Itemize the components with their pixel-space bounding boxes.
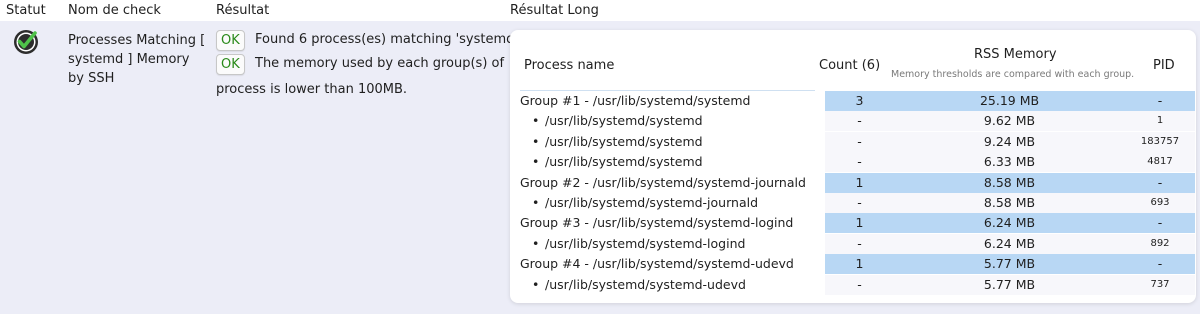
- col-statut[interactable]: Statut: [6, 3, 46, 18]
- process-count: -: [857, 195, 862, 210]
- process-pid: -: [1157, 174, 1163, 190]
- process-pid: 4817: [1147, 156, 1173, 168]
- process-memory: 6.24 MB: [983, 235, 1036, 251]
- process-pid: -: [1157, 256, 1163, 272]
- process-pid: 1: [1156, 115, 1164, 127]
- process-name: • /usr/lib/systemd/systemd: [532, 134, 703, 149]
- group-row: Group #1 - /usr/lib/systemd/systemd 3 25.1…: [520, 91, 1195, 111]
- bullet-icon: •: [532, 113, 540, 129]
- check-name[interactable]: Processes Matching [ systemd ] Memory by…: [68, 31, 208, 88]
- group-row: Group #2 - /usr/lib/systemd/systemd-jour…: [520, 172, 1195, 193]
- process-pid: 693: [1150, 197, 1170, 208]
- long-result-card: Process name Count (6) RSS Memory Memory…: [510, 30, 1196, 303]
- result-line: OK The memory used by each group(s) of: [216, 53, 506, 77]
- bullet-icon: •: [532, 276, 540, 292]
- th-process-name: Process name: [524, 58, 615, 73]
- process-name-text: /usr/lib/systemd/systemd-journald: [545, 195, 759, 210]
- bullet-icon: •: [532, 235, 540, 251]
- process-memory: 9.24 MB: [983, 133, 1036, 149]
- process-count: -: [857, 154, 862, 170]
- process-name-text: /usr/lib/systemd/systemd: [545, 154, 703, 170]
- process-count: 1: [855, 215, 864, 231]
- process-count: -: [857, 133, 862, 149]
- process-count: 3: [855, 93, 864, 108]
- process-pid: 737: [1150, 278, 1170, 290]
- process-name: • /usr/lib/systemd/systemd-journald: [532, 195, 758, 210]
- process-name: Group #1 - /usr/lib/systemd/systemd: [520, 93, 750, 108]
- process-name: • /usr/lib/systemd/systemd-udevd: [532, 277, 746, 292]
- result-text: The memory used by each group(s) of: [255, 56, 505, 71]
- process-pid: -: [1157, 93, 1163, 108]
- process-pid: 183757: [1140, 135, 1180, 147]
- process-memory: 8.58 MB: [983, 195, 1036, 210]
- process-name-text: /usr/lib/systemd/systemd: [545, 113, 703, 129]
- process-name-text: Group #1 - /usr/lib/systemd/systemd: [520, 93, 751, 108]
- process-memory: 6.24 MB: [983, 215, 1036, 231]
- process-count: 1: [855, 256, 864, 272]
- process-memory: 25.19 MB: [979, 93, 1040, 108]
- process-name: Group #2 - /usr/lib/systemd/systemd-jour…: [520, 175, 806, 190]
- process-name-text: Group #4 - /usr/lib/systemd/systemd-udev…: [520, 256, 794, 272]
- bullet-icon: •: [532, 133, 540, 149]
- process-name: • /usr/lib/systemd/systemd: [532, 113, 703, 128]
- col-resultat-long[interactable]: Résultat Long: [510, 3, 599, 18]
- process-name-text: Group #3 - /usr/lib/systemd/systemd-logi…: [520, 215, 794, 231]
- process-name-text: /usr/lib/systemd/systemd: [545, 133, 703, 149]
- ok-badge: OK: [216, 30, 245, 51]
- col-nom-de-check[interactable]: Nom de check: [68, 3, 161, 18]
- group-row: Group #3 - /usr/lib/systemd/systemd-logi…: [520, 213, 1195, 234]
- result-text-cont: process is lower than 100MB.: [216, 82, 408, 97]
- process-count: -: [857, 113, 862, 129]
- ok-badge: OK: [216, 54, 245, 75]
- process-name-text: Group #2 - /usr/lib/systemd/systemd-jour…: [520, 174, 806, 190]
- process-name-text: /usr/lib/systemd/systemd-udevd: [545, 276, 746, 292]
- process-row: • /usr/lib/systemd/systemd - 6.33 MB 4817: [520, 152, 1195, 173]
- process-count: 1: [855, 174, 864, 190]
- process-name: Group #4 - /usr/lib/systemd/systemd-udev…: [520, 256, 794, 271]
- process-row: • /usr/lib/systemd/systemd - 9.62 MB 1: [520, 111, 1195, 132]
- th-rss-memory-note: Memory thresholds are compared with each…: [891, 69, 1135, 80]
- process-count: -: [857, 276, 862, 292]
- process-row: • /usr/lib/systemd/systemd - 9.24 MB 183757: [520, 131, 1195, 152]
- process-memory: 5.77 MB: [983, 256, 1036, 272]
- process-name: • /usr/lib/systemd/systemd-logind: [532, 236, 745, 251]
- process-memory: 6.33 MB: [983, 154, 1036, 170]
- result-short: OK Found 6 process(es) matching 'systemd…: [216, 29, 522, 101]
- process-memory: 8.58 MB: [983, 174, 1036, 190]
- th-pid: PID: [1153, 58, 1175, 73]
- process-name: Group #3 - /usr/lib/systemd/systemd-logi…: [520, 215, 793, 230]
- col-resultat[interactable]: Résultat: [216, 3, 269, 18]
- bullet-icon: •: [532, 195, 540, 210]
- result-text: Found 6 process(es) matching 'systemd'.: [255, 32, 523, 47]
- process-row: • /usr/lib/systemd/systemd-udevd - 5.77 MB 7…: [520, 274, 1195, 295]
- process-pid: -: [1157, 215, 1163, 231]
- process-row: • /usr/lib/systemd/systemd-journald - 8.58 …: [520, 193, 1195, 213]
- process-name: • /usr/lib/systemd/systemd: [532, 154, 703, 169]
- process-memory: 5.77 MB: [983, 276, 1036, 292]
- group-row: Group #4 - /usr/lib/systemd/systemd-udev…: [520, 254, 1195, 275]
- bullet-icon: •: [532, 154, 540, 170]
- check-circle-icon: [14, 30, 38, 54]
- th-rss-memory: RSS Memory: [974, 47, 1057, 62]
- process-pid: 892: [1150, 237, 1170, 249]
- process-row: • /usr/lib/systemd/systemd-logind - 6.24 MB…: [520, 233, 1195, 254]
- result-line-cont: process is lower than 100MB.: [216, 77, 506, 101]
- process-memory: 9.62 MB: [983, 113, 1036, 129]
- process-name-text: /usr/lib/systemd/systemd-logind: [545, 235, 746, 251]
- process-count: -: [857, 235, 862, 251]
- table-header: Statut Nom de check Résultat Résultat Lo…: [0, 0, 1200, 21]
- th-count: Count (6): [819, 58, 881, 73]
- result-line: OK Found 6 process(es) matching 'systemd…: [216, 29, 522, 53]
